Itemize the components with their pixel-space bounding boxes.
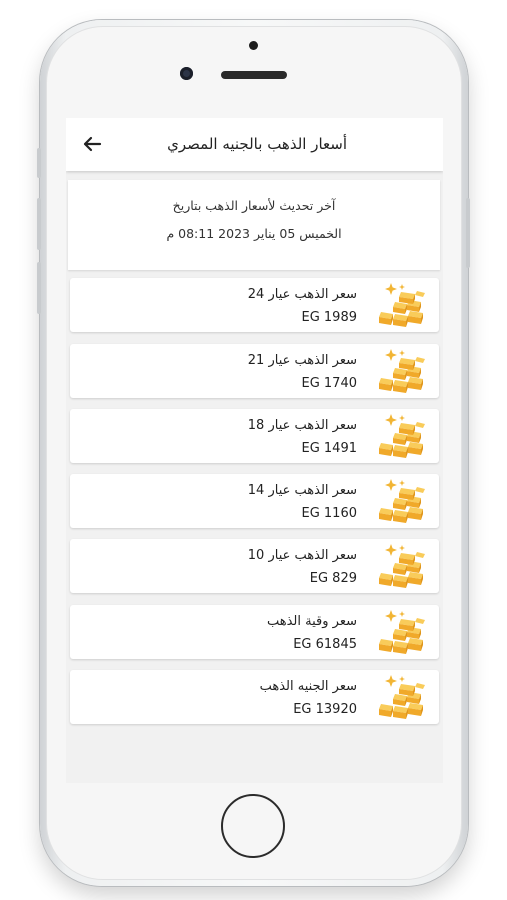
price-card[interactable]: سعر الذهب عيار 14 EG 1160	[70, 474, 439, 528]
price-card-value: EG 61845	[293, 637, 357, 652]
gold-bars-icon	[377, 608, 429, 656]
earpiece-speaker	[221, 71, 287, 79]
price-card-title: سعر الذهب عيار 18	[247, 418, 357, 433]
power-button	[466, 198, 470, 268]
price-card[interactable]: سعر الذهب عيار 10 EG 829	[70, 539, 439, 593]
price-card-value: EG 1160	[301, 506, 357, 521]
gold-bars-icon	[377, 281, 429, 329]
volume-up-button	[37, 198, 41, 250]
gold-bars-icon	[377, 477, 429, 525]
price-card-title: سعر وقية الذهب	[266, 614, 357, 629]
price-card-title: سعر الذهب عيار 21	[247, 353, 357, 368]
price-card-title: سعر الذهب عيار 14	[247, 483, 357, 498]
proximity-sensor	[249, 41, 258, 50]
gold-bars-icon	[377, 542, 429, 590]
price-card[interactable]: سعر الذهب عيار 21 EG 1740	[70, 344, 439, 398]
last-update-date: الخميس 05 يناير 2023 08:11 م	[166, 226, 342, 241]
arrow-back-icon[interactable]	[78, 130, 106, 158]
gold-bars-icon	[377, 347, 429, 395]
last-update-label: آخر تحديث لأسعار الذهب بتاريخ	[172, 198, 336, 213]
price-card-value: EG 829	[309, 571, 357, 586]
price-card-title: سعر الذهب عيار 24	[247, 287, 357, 302]
price-card-title: سعر الجنيه الذهب	[259, 679, 357, 694]
page-title: أسعار الذهب بالجنيه المصري	[167, 135, 347, 153]
price-card-title: سعر الذهب عيار 10	[247, 548, 357, 563]
gold-bars-icon	[377, 673, 429, 721]
price-card[interactable]: سعر الذهب عيار 24 EG 1989	[70, 278, 439, 332]
app-screen: أسعار الذهب بالجنيه المصري آخر تحديث لأس…	[66, 118, 443, 783]
price-card-value: EG 1491	[301, 441, 357, 456]
front-camera	[180, 67, 193, 80]
price-card[interactable]: سعر الذهب عيار 18 EG 1491	[70, 409, 439, 463]
price-card-value: EG 1740	[301, 376, 357, 391]
price-card-value: EG 13920	[293, 702, 357, 717]
volume-down-button	[37, 262, 41, 314]
price-card[interactable]: سعر وقية الذهب EG 61845	[70, 605, 439, 659]
last-update-card: آخر تحديث لأسعار الذهب بتاريخ الخميس 05 …	[68, 180, 440, 270]
app-bar: أسعار الذهب بالجنيه المصري	[66, 118, 443, 171]
home-button[interactable]	[221, 794, 285, 858]
gold-bars-icon	[377, 412, 429, 460]
price-card-value: EG 1989	[301, 310, 357, 325]
mute-switch	[37, 148, 41, 178]
empty-area	[66, 743, 443, 783]
price-card[interactable]: سعر الجنيه الذهب EG 13920	[70, 670, 439, 724]
